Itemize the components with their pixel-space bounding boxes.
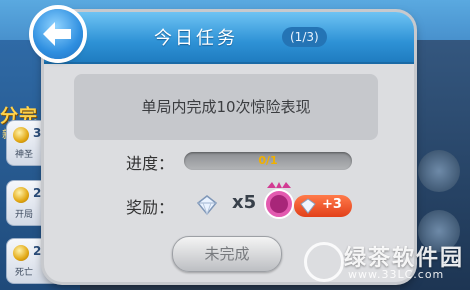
progress-bar: 0/1 (184, 152, 352, 170)
bonus-reward-pill: +3 (294, 195, 352, 217)
reward-multiplier: x5 (232, 192, 257, 213)
gem-icon (300, 198, 316, 214)
back-arrow-icon (43, 22, 71, 46)
reward-label: 奖励： (126, 198, 175, 217)
dialog-title: 今日任务 (154, 28, 238, 49)
badge-icon (264, 182, 294, 219)
incomplete-button-label: 未完成 (204, 245, 250, 263)
coin-icon (13, 245, 29, 261)
task-page-indicator: (1/3) (282, 27, 327, 47)
watermark: 绿茶软件园 www.33LC.com (304, 238, 464, 284)
incomplete-button[interactable]: 未完成 (172, 236, 282, 272)
coin-icon (13, 127, 29, 143)
background-row-number: 3 (33, 126, 42, 140)
task-description-box: 单局内完成10次惊险表现 (74, 74, 378, 140)
background-row-desc: 开局 (15, 210, 34, 220)
background-row-desc: 神圣 (15, 150, 34, 160)
coin-icon (13, 187, 29, 203)
dialog-header: 今日任务 (1/3) (44, 12, 414, 64)
background-row-desc: 死亡 (15, 268, 34, 278)
watermark-url: www.33LC.com (348, 268, 445, 281)
back-button[interactable] (33, 9, 83, 59)
diamond-icon (196, 195, 218, 216)
task-description: 单局内完成10次惊险表现 (141, 98, 311, 116)
watermark-logo (304, 242, 344, 282)
background-slot (418, 150, 460, 192)
progress-text: 0/1 (258, 154, 278, 167)
bonus-text: +3 (322, 197, 342, 212)
progress-label: 进度： (126, 154, 175, 173)
background-row-number: 2 (33, 244, 42, 258)
background-row-number: 2 (33, 186, 42, 200)
